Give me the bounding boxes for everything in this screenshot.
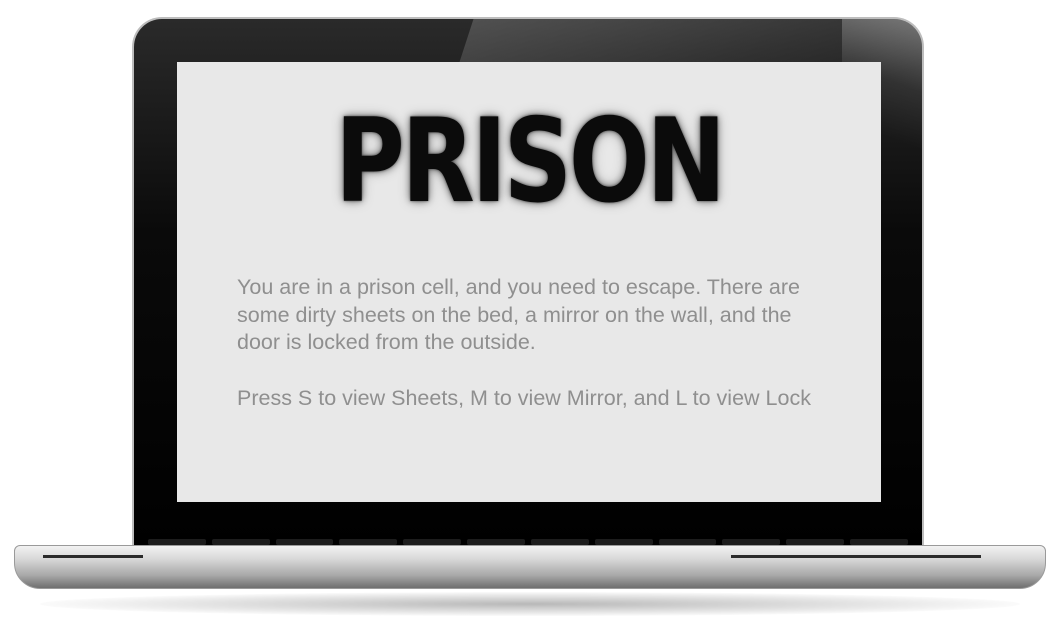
- game-screen[interactable]: PRISON You are in a prison cell, and you…: [177, 62, 881, 502]
- base-groove-right: [731, 555, 981, 558]
- laptop-frame: PRISON You are in a prison cell, and you…: [0, 0, 1060, 628]
- laptop-shadow: [40, 592, 1020, 616]
- scene-description: You are in a prison cell, and you need t…: [237, 275, 800, 354]
- base-groove-left: [43, 555, 143, 558]
- story-text-block: You are in a prison cell, and you need t…: [237, 274, 837, 440]
- game-title: PRISON: [335, 94, 726, 229]
- laptop-base: [14, 545, 1046, 589]
- controls-instructions: Press S to view Sheets, M to view Mirror…: [237, 385, 811, 410]
